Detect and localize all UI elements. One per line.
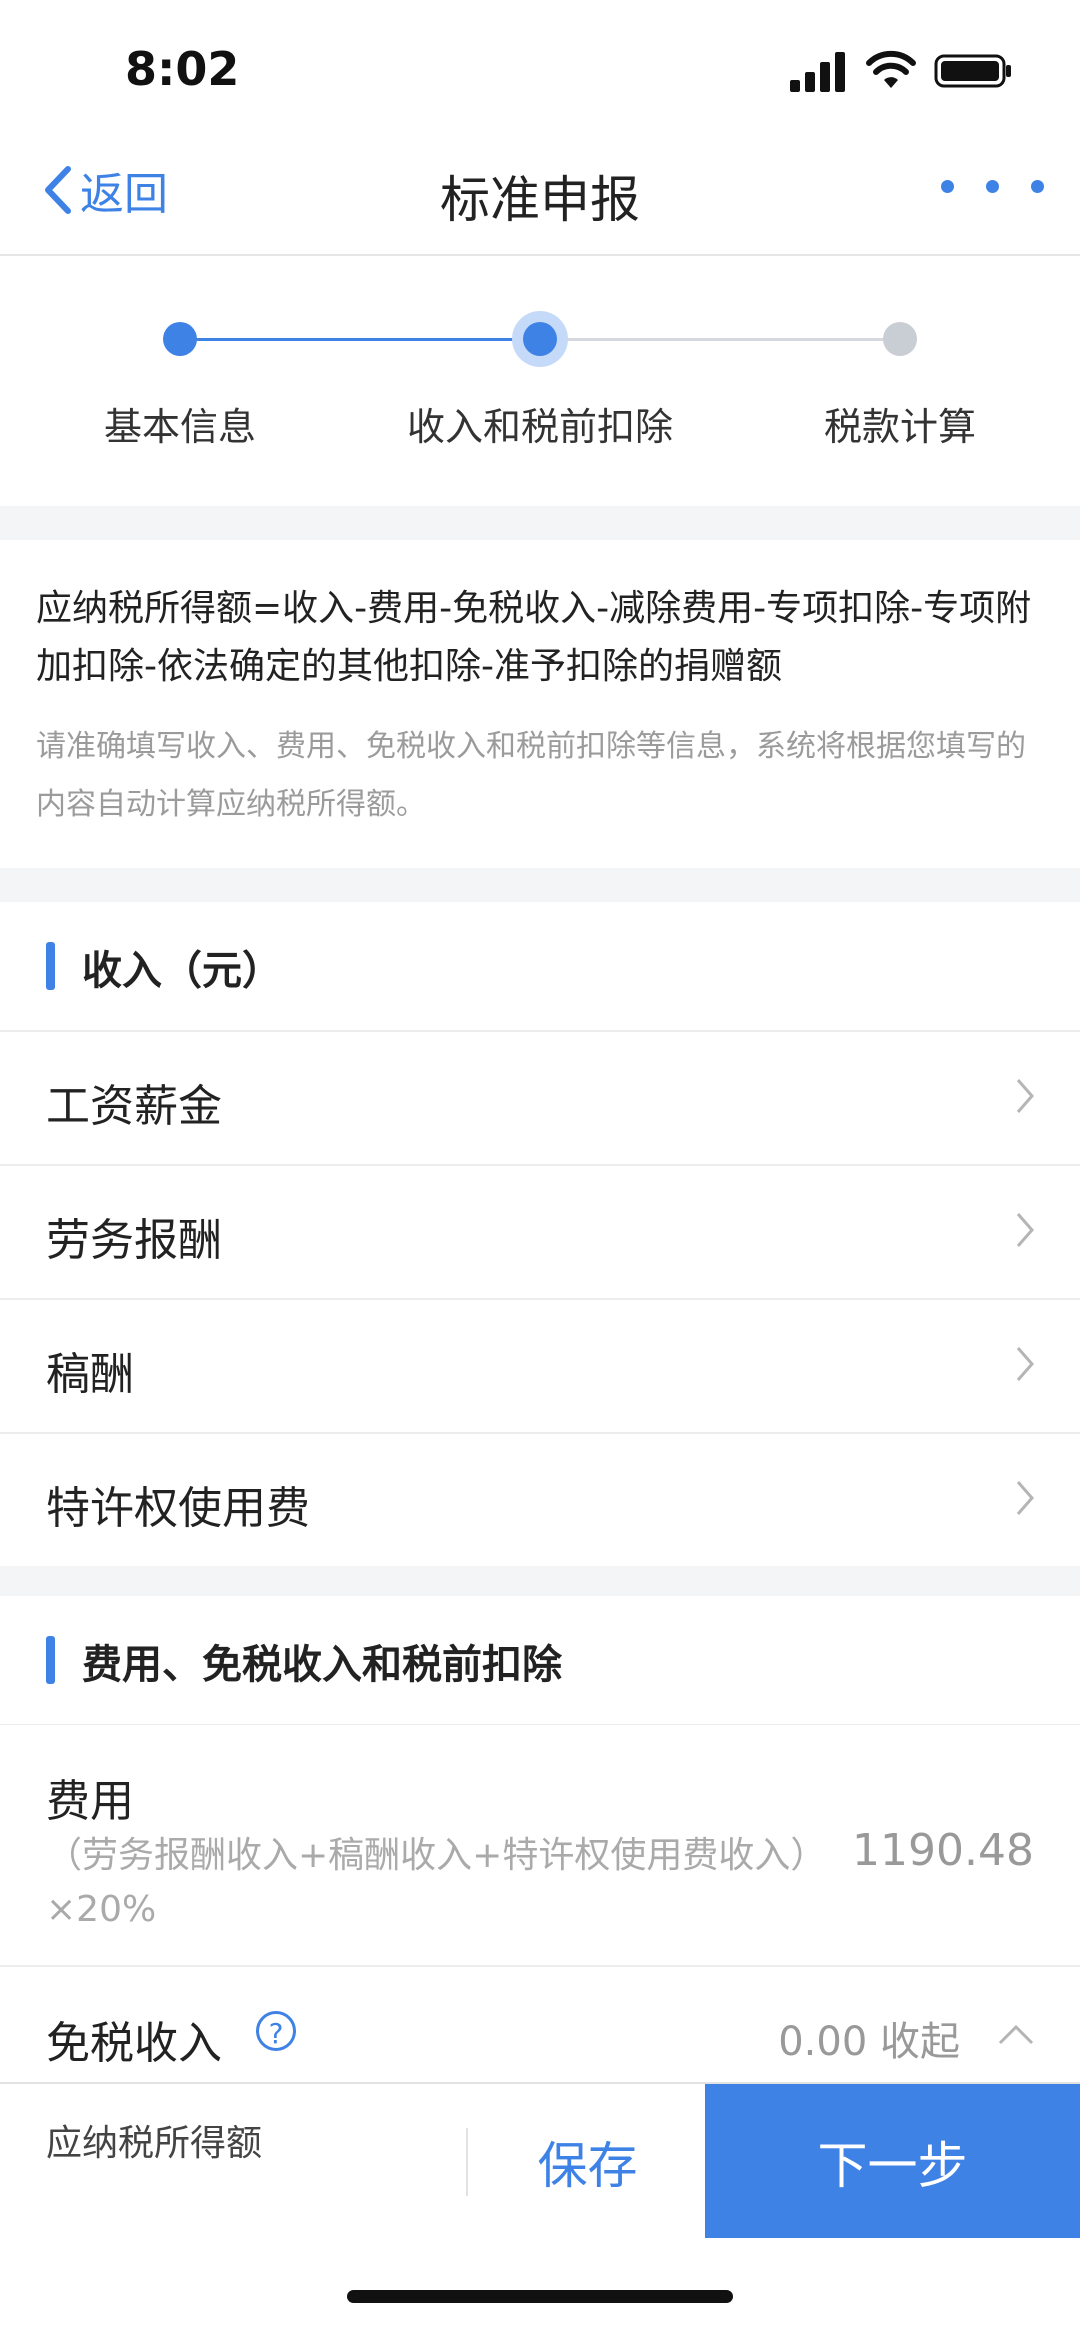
exempt-income-label: 免税收入 (46, 2018, 222, 2069)
step-dot-done (163, 322, 197, 356)
step-label-income: 收入和税前扣除 (406, 405, 674, 449)
fee-row: 费用 （劳务报酬收入+稿酬收入+特许权使用费收入）×20% 1190.48 (0, 1725, 1080, 1967)
income-section: 收入（元） 工资薪金 劳务报酬 稿酬 特许权使用费 (0, 902, 1080, 1566)
tax-formula-text: 应纳税所得额=收入-费用-免税收入-减除费用-专项扣除-专项附加扣除-依法确定的… (36, 588, 1032, 687)
income-item-royalty[interactable]: 稿酬 (0, 1300, 1080, 1434)
income-item-labor[interactable]: 劳务报酬 (0, 1166, 1080, 1300)
exempt-income-value: 0.00 收起 (778, 2019, 960, 2065)
income-item-label: 劳务报酬 (46, 1215, 222, 1266)
info-block: 应纳税所得额=收入-费用-免税收入-减除费用-专项扣除-专项附加扣除-依法确定的… (0, 540, 1080, 868)
fee-label: 费用 (46, 1776, 134, 1827)
income-item-salary[interactable]: 工资薪金 (0, 1032, 1080, 1166)
nav-bar: 返回 标准申报 (0, 130, 1080, 256)
fee-value: 1190.48 (852, 1825, 1034, 1876)
step-label-tax-calc: 税款计算 (823, 405, 977, 449)
income-title: 收入（元） (82, 948, 282, 994)
wifi-icon (866, 50, 916, 88)
income-item-franchise[interactable]: 特许权使用费 (0, 1434, 1080, 1566)
step-progress: 基本信息 收入和税前扣除 税款计算 (0, 256, 1080, 506)
chevron-right-icon (1016, 1347, 1034, 1381)
taxable-income-label: 应纳税所得额 (46, 2123, 263, 2164)
deductions-title: 费用、免税收入和税前扣除 (82, 1642, 562, 1688)
income-item-label: 工资薪金 (46, 1081, 222, 1132)
step-dot-todo (883, 322, 917, 356)
step-line-done (180, 338, 540, 341)
status-time: 8:02 (125, 42, 240, 96)
chevron-right-icon (1016, 1213, 1034, 1247)
home-indicator-area (0, 2238, 1080, 2337)
deductions-section: 费用、免税收入和税前扣除 (0, 1596, 1080, 1726)
next-step-button[interactable]: 下一步 (705, 2084, 1080, 2240)
income-header: 收入（元） (0, 902, 1080, 1032)
home-indicator[interactable] (347, 2290, 733, 2303)
section-marker (46, 942, 55, 990)
save-button[interactable]: 保存 (470, 2084, 705, 2240)
income-item-label: 特许权使用费 (46, 1483, 310, 1534)
more-menu-icon[interactable] (941, 180, 1044, 193)
fee-formula: （劳务报酬收入+稿酬收入+特许权使用费收入）×20% (46, 1835, 827, 1930)
cellular-signal-icon (790, 52, 845, 92)
step-dot-current (523, 322, 557, 356)
hint-text: 请准确填写收入、费用、免税收入和税前扣除等信息，系统将根据您填写的内容自动计算应… (36, 729, 1026, 822)
battery-icon (934, 54, 1011, 88)
deductions-header: 费用、免税收入和税前扣除 (0, 1596, 1080, 1726)
chevron-right-icon (1016, 1079, 1034, 1113)
chevron-right-icon (1016, 1481, 1034, 1515)
step-line-todo (540, 338, 900, 341)
exempt-income-row[interactable]: 免税收入 ? 0.00 收起 (0, 1967, 1080, 2082)
divider (466, 2128, 468, 2196)
step-label-basic-info: 基本信息 (103, 405, 257, 449)
status-bar: 8:02 (0, 0, 1080, 130)
section-marker (46, 1636, 55, 1684)
bottom-action-bar: 应纳税所得额 保存 下一步 (0, 2082, 1080, 2240)
help-icon[interactable]: ? (256, 2011, 296, 2051)
income-item-label: 稿酬 (46, 1349, 134, 1400)
page-title: 标准申报 (440, 171, 640, 229)
chevron-up-icon (998, 2024, 1034, 2045)
